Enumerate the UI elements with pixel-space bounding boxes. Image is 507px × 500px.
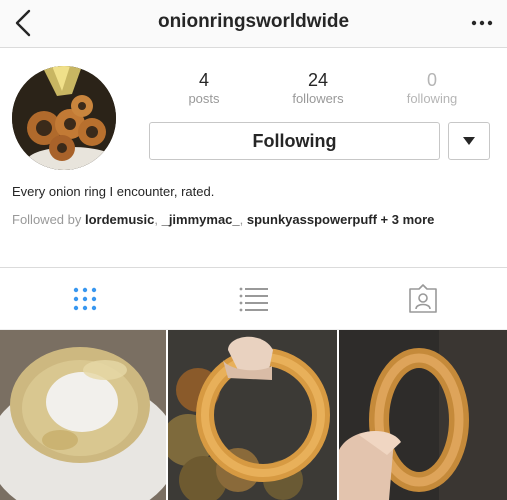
stat-posts[interactable]: 4 posts <box>159 70 249 108</box>
tab-grid-view[interactable] <box>0 268 169 330</box>
followed-by-prefix: Followed by <box>12 212 82 227</box>
avatar[interactable] <box>12 66 116 170</box>
follower-link[interactable]: spunkyasspowerpuff <box>247 212 377 227</box>
post-thumbnail[interactable] <box>0 330 166 500</box>
caret-down-icon <box>463 137 475 145</box>
posts-count: 4 <box>198 70 209 90</box>
tab-tagged[interactable] <box>338 268 507 330</box>
more-dots-icon <box>471 20 493 26</box>
bio-text: Every onion ring I encounter, rated. <box>12 184 215 199</box>
following-button[interactable]: Following <box>149 122 440 160</box>
suggestions-dropdown-button[interactable] <box>448 122 490 160</box>
stat-following[interactable]: 0 following <box>387 70 477 108</box>
stat-followers[interactable]: 24 followers <box>273 70 363 108</box>
top-bar: onionringsworldwide <box>0 0 507 48</box>
followed-by-more-link[interactable]: + 3 more <box>381 212 435 227</box>
profile-username: onionringsworldwide <box>157 11 350 32</box>
following-count: 0 <box>426 70 437 90</box>
following-label: following <box>406 91 458 106</box>
posts-label: posts <box>188 91 220 106</box>
followers-count: 24 <box>307 70 329 90</box>
follower-link[interactable]: lordemusic <box>85 212 154 227</box>
avatar-image <box>12 66 116 170</box>
tagged-person-icon <box>408 284 437 313</box>
list-icon <box>239 287 268 312</box>
post-thumbnail[interactable] <box>339 330 507 500</box>
follower-link[interactable]: _jimmymac_ <box>162 212 240 227</box>
followed-by: Followed by lordemusic, _jimmymac_, spun… <box>12 212 435 227</box>
tab-list-view[interactable] <box>169 268 338 330</box>
more-options-button[interactable] <box>467 10 497 36</box>
profile-tabs <box>0 268 507 330</box>
post-thumbnail[interactable] <box>168 330 337 500</box>
profile-header: 4 posts 24 followers 0 following Followi… <box>0 48 507 268</box>
grid-icon <box>73 287 96 311</box>
photo-grid <box>0 330 507 500</box>
followers-label: followers <box>292 91 344 106</box>
